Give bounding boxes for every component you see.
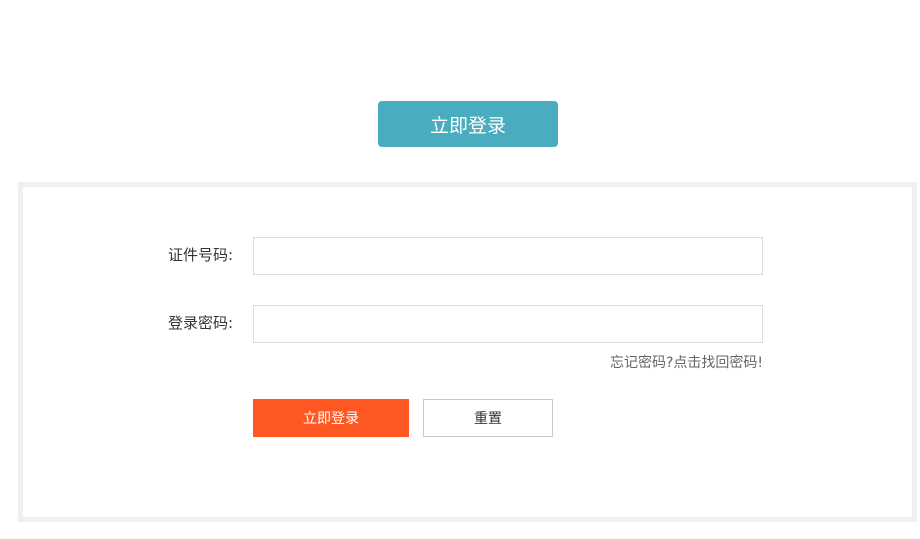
reset-button[interactable]: 重置 xyxy=(423,399,553,437)
id-number-label: 证件号码: xyxy=(167,246,233,264)
password-input[interactable] xyxy=(253,305,763,343)
header-login-button[interactable]: 立即登录 xyxy=(378,101,558,147)
submit-login-button[interactable]: 立即登录 xyxy=(253,399,409,437)
login-form-panel: 证件号码: 登录密码: 忘记密码?点击找回密码! 立即登录 重置 xyxy=(18,182,917,522)
password-label: 登录密码: xyxy=(167,314,233,332)
forgot-password-link[interactable]: 忘记密码?点击找回密码! xyxy=(463,352,763,372)
id-number-input[interactable] xyxy=(253,237,763,275)
login-page: 立即登录 证件号码: 登录密码: 忘记密码?点击找回密码! 立即登录 重置 xyxy=(0,0,920,539)
